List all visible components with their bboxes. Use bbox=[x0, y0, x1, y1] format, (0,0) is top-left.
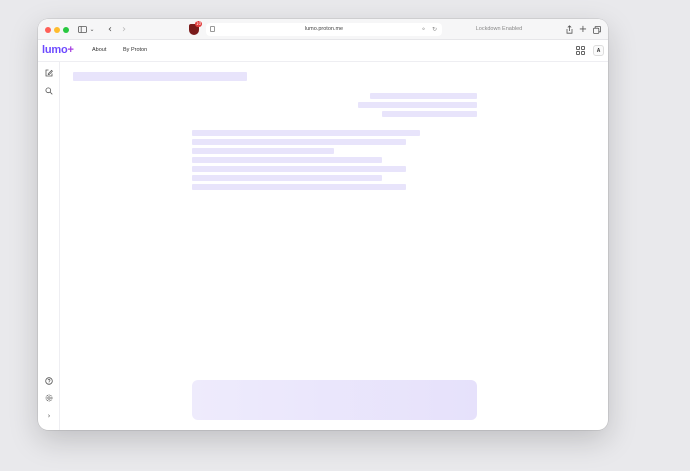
user-message-placeholder-line bbox=[358, 102, 477, 108]
response-placeholder-line bbox=[192, 130, 420, 136]
response-placeholder-line bbox=[192, 139, 406, 145]
nav-by-proton[interactable]: By Proton bbox=[123, 47, 147, 53]
expand-icon[interactable]: › bbox=[44, 411, 54, 421]
zoom-window-button[interactable] bbox=[63, 27, 69, 33]
user-message-placeholder-line bbox=[370, 93, 477, 99]
response-placeholder-line bbox=[192, 184, 406, 190]
logo-plus: + bbox=[67, 44, 74, 56]
nav-about[interactable]: About bbox=[92, 47, 106, 53]
compose-icon[interactable] bbox=[44, 69, 54, 79]
new-tab-icon[interactable]: + bbox=[578, 23, 588, 36]
settings-icon[interactable] bbox=[44, 394, 54, 404]
lumo-logo[interactable]: lumo+ bbox=[42, 44, 74, 56]
help-icon[interactable] bbox=[44, 377, 54, 387]
reader-icon[interactable]: ⚬ bbox=[421, 23, 426, 36]
response-placeholder-line bbox=[192, 175, 382, 181]
tab-overview-icon[interactable] bbox=[592, 23, 602, 36]
response-placeholder-line bbox=[192, 166, 406, 172]
user-message-placeholder-line bbox=[382, 111, 477, 117]
search-icon[interactable] bbox=[44, 87, 54, 97]
sidebar: › bbox=[38, 62, 60, 430]
composer-placeholder[interactable] bbox=[192, 380, 477, 420]
address-bar[interactable]: lumo.proton.me ⚬ ↻ bbox=[206, 23, 442, 36]
lockdown-status: Lockdown Enabled bbox=[475, 26, 523, 32]
apps-grid-icon[interactable] bbox=[576, 46, 586, 56]
browser-window: ⌄ ‹ › 10 lumo.proton.me ⚬ ↻ Lockdown Ena… bbox=[38, 19, 608, 430]
app-header: lumo+ About By Proton A bbox=[38, 40, 608, 62]
url-text: lumo.proton.me bbox=[304, 26, 344, 32]
sidebar-toggle-icon[interactable] bbox=[77, 23, 87, 36]
title-placeholder bbox=[73, 72, 247, 81]
share-icon[interactable] bbox=[564, 23, 574, 36]
browser-toolbar: ⌄ ‹ › 10 lumo.proton.me ⚬ ↻ Lockdown Ena… bbox=[38, 19, 608, 40]
chevron-down-icon[interactable]: ⌄ bbox=[89, 23, 95, 36]
response-placeholder-line bbox=[192, 148, 334, 154]
forward-icon[interactable]: › bbox=[120, 23, 128, 36]
shield-badge: 10 bbox=[195, 21, 203, 27]
response-placeholder-line bbox=[192, 157, 382, 163]
back-icon[interactable]: ‹ bbox=[106, 23, 114, 36]
minimize-window-button[interactable] bbox=[54, 27, 60, 33]
reload-icon[interactable]: ↻ bbox=[432, 23, 437, 36]
lock-icon bbox=[210, 26, 215, 32]
close-window-button[interactable] bbox=[45, 27, 51, 33]
avatar[interactable]: A bbox=[593, 45, 604, 56]
logo-text: lumo bbox=[42, 44, 68, 56]
